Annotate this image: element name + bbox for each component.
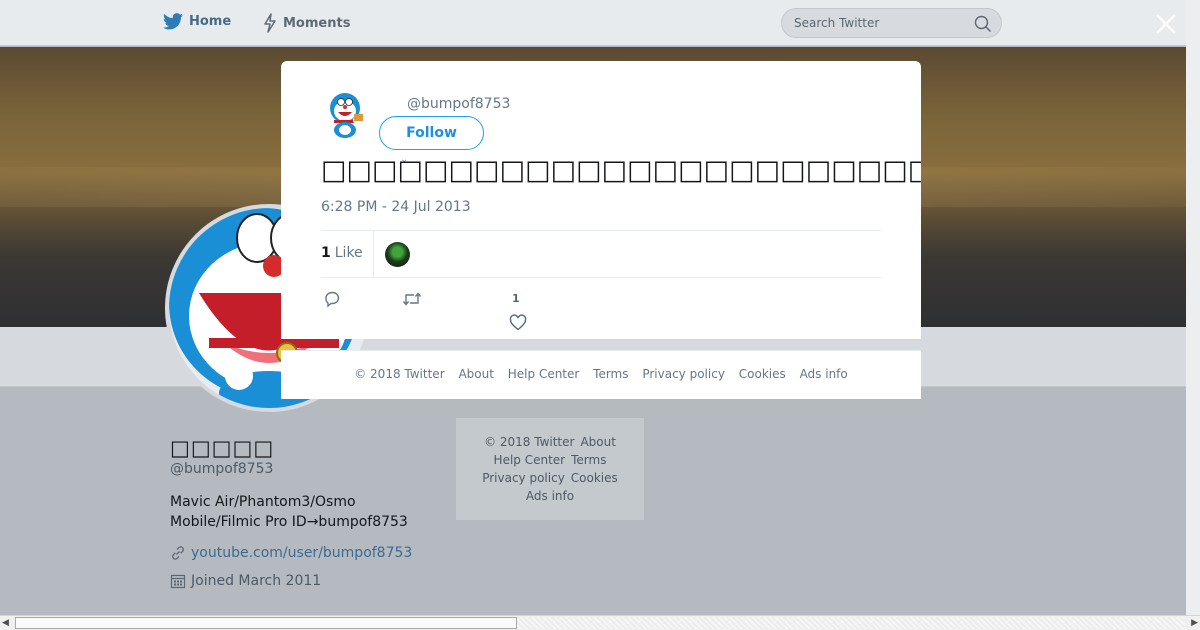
like-stat-count: 1	[321, 245, 331, 261]
calendar-icon	[170, 574, 186, 589]
close-icon	[1156, 14, 1176, 34]
search-icon[interactable]	[974, 15, 992, 33]
horizontal-scrollbar[interactable]: ◀ ▶	[0, 615, 1200, 630]
like-action-count: 1	[512, 292, 520, 305]
side-footer-ads[interactable]: Ads info	[526, 489, 574, 503]
profile-name: □□□□□	[170, 436, 275, 460]
reply-button[interactable]	[323, 290, 341, 312]
modal-footer-ads[interactable]: Ads info	[800, 367, 848, 381]
heart-icon	[509, 314, 527, 331]
scrollbar-track[interactable]	[517, 617, 1185, 629]
profile-bio-line-1: Mavic Air/Phantom3/Osmo	[170, 494, 356, 510]
link-icon	[172, 546, 184, 560]
doraemon-small-avatar-image	[330, 93, 363, 138]
modal-footer-terms[interactable]: Terms	[593, 367, 628, 381]
profile-website-link[interactable]: youtube.com/user/bumpof8753	[191, 545, 412, 561]
profile-website[interactable]: youtube.com/user/bumpof8753	[170, 545, 412, 561]
side-footer-about[interactable]: About	[580, 435, 615, 449]
nav-home-label: Home	[189, 14, 232, 29]
side-footer-help[interactable]: Help Center	[494, 453, 566, 467]
side-footer-privacy[interactable]: Privacy policy	[482, 471, 565, 485]
top-navigation: Home Moments Search Twitter	[0, 0, 1186, 46]
like-button[interactable]	[509, 314, 527, 335]
modal-footer: © 2018 Twitter About Help Center Terms P…	[281, 350, 921, 399]
nav-moments-label: Moments	[283, 15, 351, 31]
search-placeholder: Search Twitter	[794, 16, 880, 30]
modal-footer-privacy[interactable]: Privacy policy	[642, 367, 725, 381]
retweet-button[interactable]	[402, 290, 422, 312]
tweet-stats: 1 Like	[321, 230, 881, 278]
stats-divider	[373, 231, 374, 277]
follow-button[interactable]: Follow	[379, 116, 484, 150]
side-footer: © 2018 Twitter About Help Center Terms Pri…	[456, 418, 644, 520]
side-footer-cookies[interactable]: Cookies	[571, 471, 618, 485]
nav-home[interactable]: Home	[163, 13, 231, 30]
reply-icon	[325, 291, 340, 308]
profile-handle: @bumpof8753	[170, 461, 274, 477]
lightning-icon	[264, 13, 276, 33]
profile-bio: Mavic Air/Phantom3/Osmo Mobile/Filmic Pr…	[170, 492, 430, 532]
scroll-right-arrow[interactable]: ▶	[1191, 618, 1198, 628]
vertical-scrollbar[interactable]	[1186, 0, 1200, 615]
side-footer-terms[interactable]: Terms	[571, 453, 606, 467]
retweet-icon	[402, 292, 422, 306]
tweet-author-handle[interactable]: @bumpof8753	[407, 96, 510, 112]
tweet-modal: @bumpof8753 Follow ⌄ □□□□□□□□□□□□□□□□□□□…	[281, 61, 921, 339]
modal-footer-about[interactable]: About	[458, 367, 493, 381]
side-footer-copyright: © 2018 Twitter	[484, 435, 575, 449]
search-input[interactable]: Search Twitter	[781, 8, 1002, 38]
liker-avatar[interactable]	[385, 242, 410, 267]
scroll-left-arrow[interactable]: ◀	[2, 618, 9, 628]
tweet-text: □□□□□□□□□□□□□□□□□□□□□□□□□□□□□□□□□□□□□□□□…	[321, 155, 921, 186]
tweet-author-avatar[interactable]	[321, 90, 369, 138]
close-modal-button[interactable]	[1153, 11, 1179, 37]
like-stat[interactable]: 1 Like	[321, 245, 363, 261]
profile-joined: Joined March 2011	[170, 573, 321, 589]
like-stat-label: Like	[334, 245, 363, 261]
profile-joined-text: Joined March 2011	[191, 573, 322, 589]
twitter-bird-icon	[163, 13, 183, 30]
profile-bio-line-2: Mobile/Filmic Pro ID→bumpof8753	[170, 514, 408, 530]
scrollbar-thumb[interactable]	[15, 617, 517, 629]
nav-moments[interactable]: Moments	[263, 13, 350, 33]
modal-footer-copyright: © 2018 Twitter	[354, 367, 445, 381]
modal-footer-help[interactable]: Help Center	[508, 367, 580, 381]
modal-footer-cookies[interactable]: Cookies	[739, 367, 786, 381]
tweet-timestamp[interactable]: 6:28 PM - 24 Jul 2013	[321, 199, 471, 215]
